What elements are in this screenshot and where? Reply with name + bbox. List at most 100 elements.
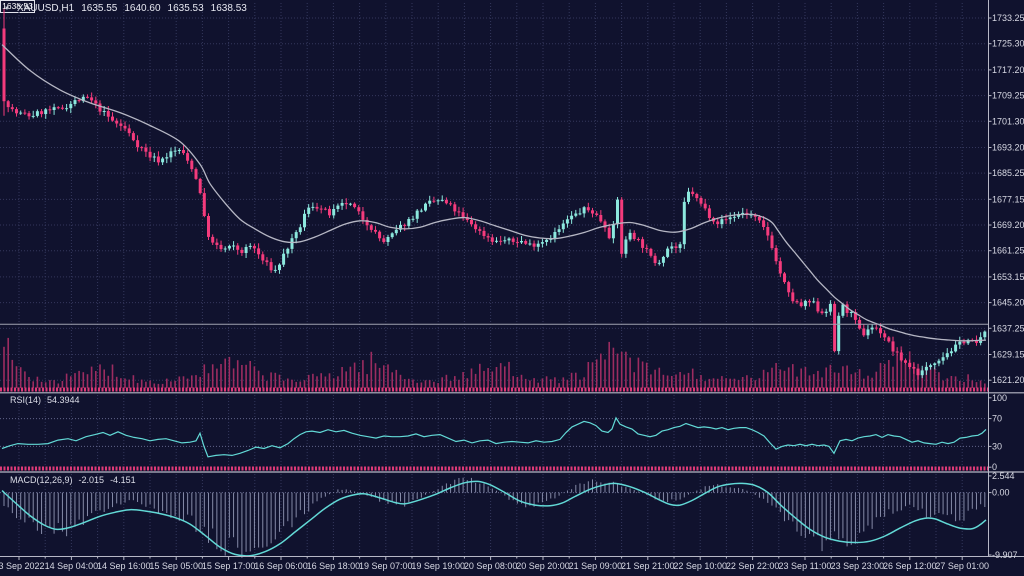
candle-body — [128, 128, 131, 133]
volume-bar — [450, 381, 452, 388]
volume-bar — [659, 368, 661, 388]
volume-bar — [679, 372, 681, 388]
symbol-dropdown-icon[interactable]: ▼ — [4, 6, 10, 12]
volume-bar — [404, 379, 406, 388]
candle-body — [616, 200, 619, 225]
volume-bar — [537, 383, 539, 388]
volume-bar — [692, 369, 694, 388]
volume-bar — [116, 377, 118, 388]
candle-body — [892, 341, 895, 351]
candle-body — [958, 342, 961, 345]
time-tick-label: 23 Sep 11:00 — [779, 561, 832, 571]
volume-bar — [362, 360, 364, 388]
candle-body — [157, 157, 160, 163]
candle-body — [879, 328, 882, 333]
candle-body — [679, 244, 682, 248]
volume-bar — [149, 381, 151, 389]
volume-bar — [750, 378, 752, 388]
candle-body — [44, 109, 47, 114]
volume-bar — [58, 384, 60, 389]
candle-body — [265, 260, 268, 262]
price-tick-label: 1733.25 — [992, 13, 1024, 23]
volume-bar — [49, 380, 51, 388]
volume-bar — [784, 371, 786, 388]
volume-bar — [550, 379, 552, 388]
candle-body — [441, 200, 444, 201]
volume-bar — [241, 365, 243, 388]
time-tick-label: 23 Sep 23:00 — [831, 561, 885, 571]
candle-body — [904, 360, 907, 363]
volume-bar — [942, 381, 944, 389]
candle-body — [169, 151, 172, 157]
candlestick-chart-canvas[interactable]: 1733.251725.301717.201709.251701.301693.… — [0, 0, 1024, 576]
volume-bar — [771, 368, 773, 388]
volume-bar — [767, 372, 769, 388]
volume-bar — [834, 372, 836, 388]
candle-body — [3, 29, 6, 102]
volume-bar — [291, 380, 293, 388]
candle-body — [7, 101, 10, 107]
candle-body — [566, 219, 569, 223]
volume-bar — [333, 378, 335, 388]
volume-bar — [212, 364, 214, 388]
volume-bar — [909, 351, 911, 388]
candle-body — [537, 244, 540, 247]
volume-bar — [32, 381, 34, 388]
volume-bar — [262, 375, 264, 388]
time-tick-label: 19 Sep 19:00 — [411, 561, 465, 571]
candle-body — [708, 208, 711, 218]
candle-body — [558, 229, 561, 232]
volume-bar — [713, 378, 715, 388]
candle-body — [232, 246, 235, 247]
candle-body — [136, 140, 139, 147]
volume-bar — [734, 379, 736, 388]
volume-bar — [796, 377, 798, 388]
candle-body — [574, 214, 577, 216]
volume-bar — [62, 381, 64, 388]
candle-body — [796, 301, 799, 302]
candle-body — [107, 111, 110, 117]
volume-bar — [617, 354, 619, 388]
candle-body — [291, 238, 294, 249]
volume-bar — [830, 365, 832, 388]
candle-body — [641, 239, 644, 248]
macd-name: MACD(12,26,9) — [10, 475, 73, 485]
volume-bar — [204, 364, 206, 388]
rsi-tick-label: 70 — [992, 414, 1002, 424]
volume-bar — [792, 364, 794, 388]
candle-body — [896, 352, 899, 353]
volume-bar — [467, 378, 469, 388]
time-tick-label: 13 Sep 2022 — [0, 561, 45, 571]
candle-body — [115, 121, 118, 124]
candle-body — [716, 222, 719, 225]
price-tick-label: 1621.20 — [992, 375, 1024, 385]
candle-body — [186, 153, 189, 161]
volume-bar — [571, 373, 573, 388]
volume-bar — [529, 380, 531, 388]
volume-bar — [888, 360, 890, 388]
volume-bar — [16, 366, 18, 388]
ohlc-low: 1635.53 — [168, 3, 204, 14]
volume-bar — [955, 376, 957, 388]
volume-bar — [567, 380, 569, 388]
volume-bar — [387, 364, 389, 388]
volume-bar — [959, 381, 961, 388]
candle-body — [662, 257, 665, 263]
volume-bar — [400, 375, 402, 388]
chart-title: ▼ XAUUSD,H1 1635.55 1640.60 1635.53 1638… — [4, 3, 247, 14]
volume-bar — [675, 375, 677, 389]
candle-body — [921, 370, 924, 375]
volume-bar — [817, 371, 819, 388]
candle-body — [649, 249, 652, 256]
volume-bar — [383, 365, 385, 388]
candle-body — [270, 262, 273, 270]
volume-bar — [588, 362, 590, 388]
candle-body — [829, 304, 832, 312]
time-tick-label: 16 Sep 06:00 — [254, 561, 308, 571]
candle-body — [320, 209, 323, 210]
candle-body — [983, 332, 986, 338]
candle-body — [32, 116, 35, 117]
candle-body — [816, 301, 819, 311]
volume-bar — [320, 373, 322, 388]
volume-bar — [738, 380, 740, 388]
